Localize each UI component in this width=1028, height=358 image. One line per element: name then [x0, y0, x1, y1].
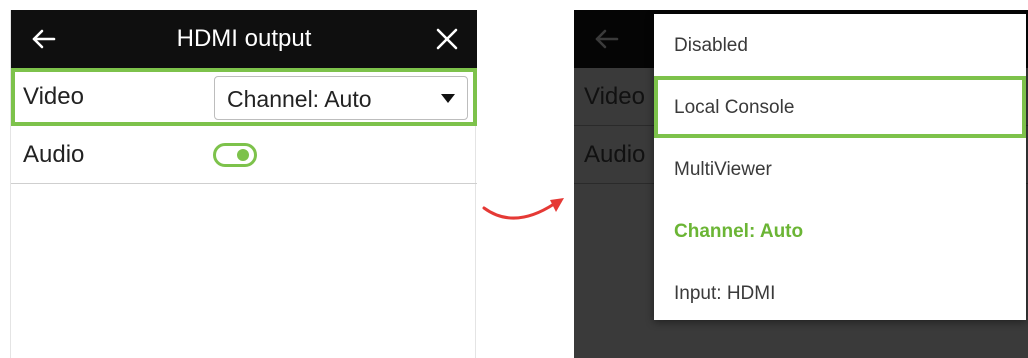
dimmed-video-label: Video: [584, 83, 645, 110]
arrow-left-icon: [595, 29, 619, 49]
header-bar: HDMI output: [11, 10, 477, 68]
option-label: MultiViewer: [674, 159, 772, 180]
option-channel-auto[interactable]: Channel: Auto: [654, 200, 1026, 262]
video-row: Video Channel: Auto: [11, 68, 477, 126]
toggle-knob: [237, 149, 249, 161]
page-title: HDMI output: [176, 25, 312, 52]
audio-row: Audio: [11, 126, 477, 184]
video-select-value: Channel: Auto: [227, 86, 372, 112]
caret-down-icon: [441, 94, 455, 103]
dimmed-audio-label: Audio: [584, 141, 646, 168]
option-disabled[interactable]: Disabled: [654, 14, 1026, 76]
dropdown-open-panel: Video Audio Disabled Local Console Multi…: [574, 10, 1028, 358]
option-label: Input: HDMI: [674, 283, 776, 304]
close-icon[interactable]: [435, 27, 459, 51]
option-label: Local Console: [674, 97, 795, 118]
option-multiviewer[interactable]: MultiViewer: [654, 138, 1026, 200]
curved-arrow-icon: [482, 198, 564, 220]
option-label: Channel: Auto: [674, 221, 804, 242]
video-source-select[interactable]: Channel: Auto: [214, 76, 468, 120]
option-label: Disabled: [674, 35, 748, 56]
audio-toggle[interactable]: [213, 143, 257, 167]
option-local-console[interactable]: Local Console: [654, 76, 1026, 138]
video-source-dropdown: Disabled Local Console MultiViewer Chann…: [654, 14, 1026, 320]
video-label: Video: [23, 83, 84, 110]
hdmi-output-panel: HDMI output Video Channel: Auto Audio: [10, 10, 477, 358]
audio-label: Audio: [23, 141, 85, 168]
option-input-hdmi[interactable]: Input: HDMI: [654, 262, 1026, 324]
